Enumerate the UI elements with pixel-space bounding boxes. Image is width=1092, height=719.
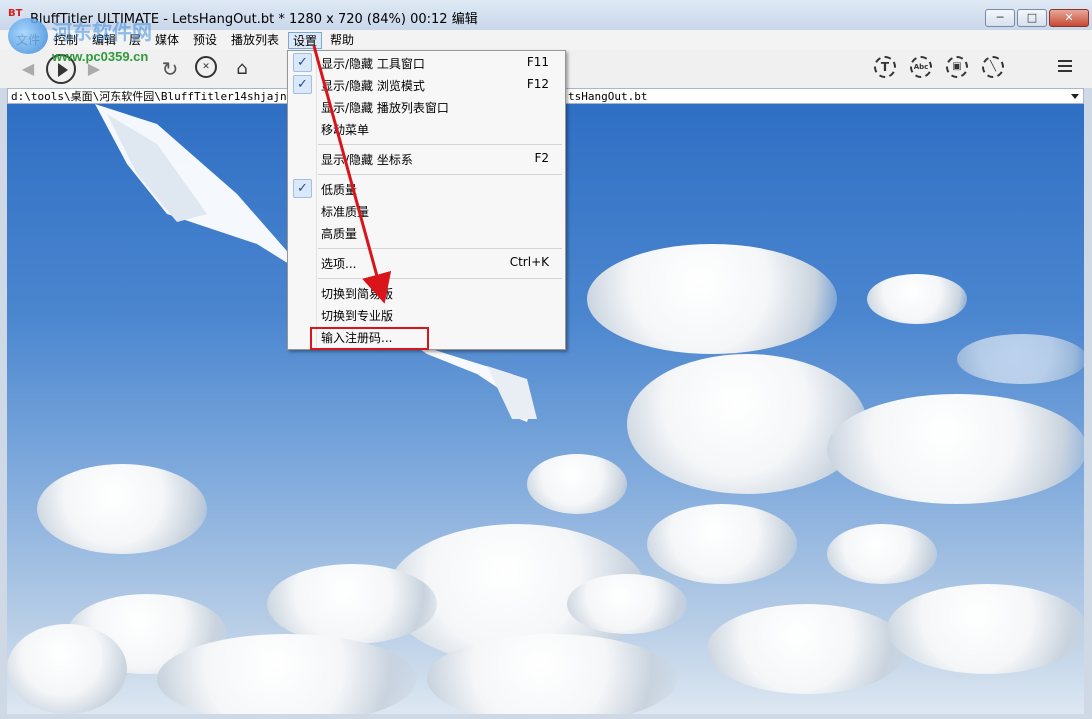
- app-window: BT BluffTitler ULTIMATE - LetsHangOut.bt…: [0, 0, 1092, 719]
- annotation-arrow: [312, 45, 392, 304]
